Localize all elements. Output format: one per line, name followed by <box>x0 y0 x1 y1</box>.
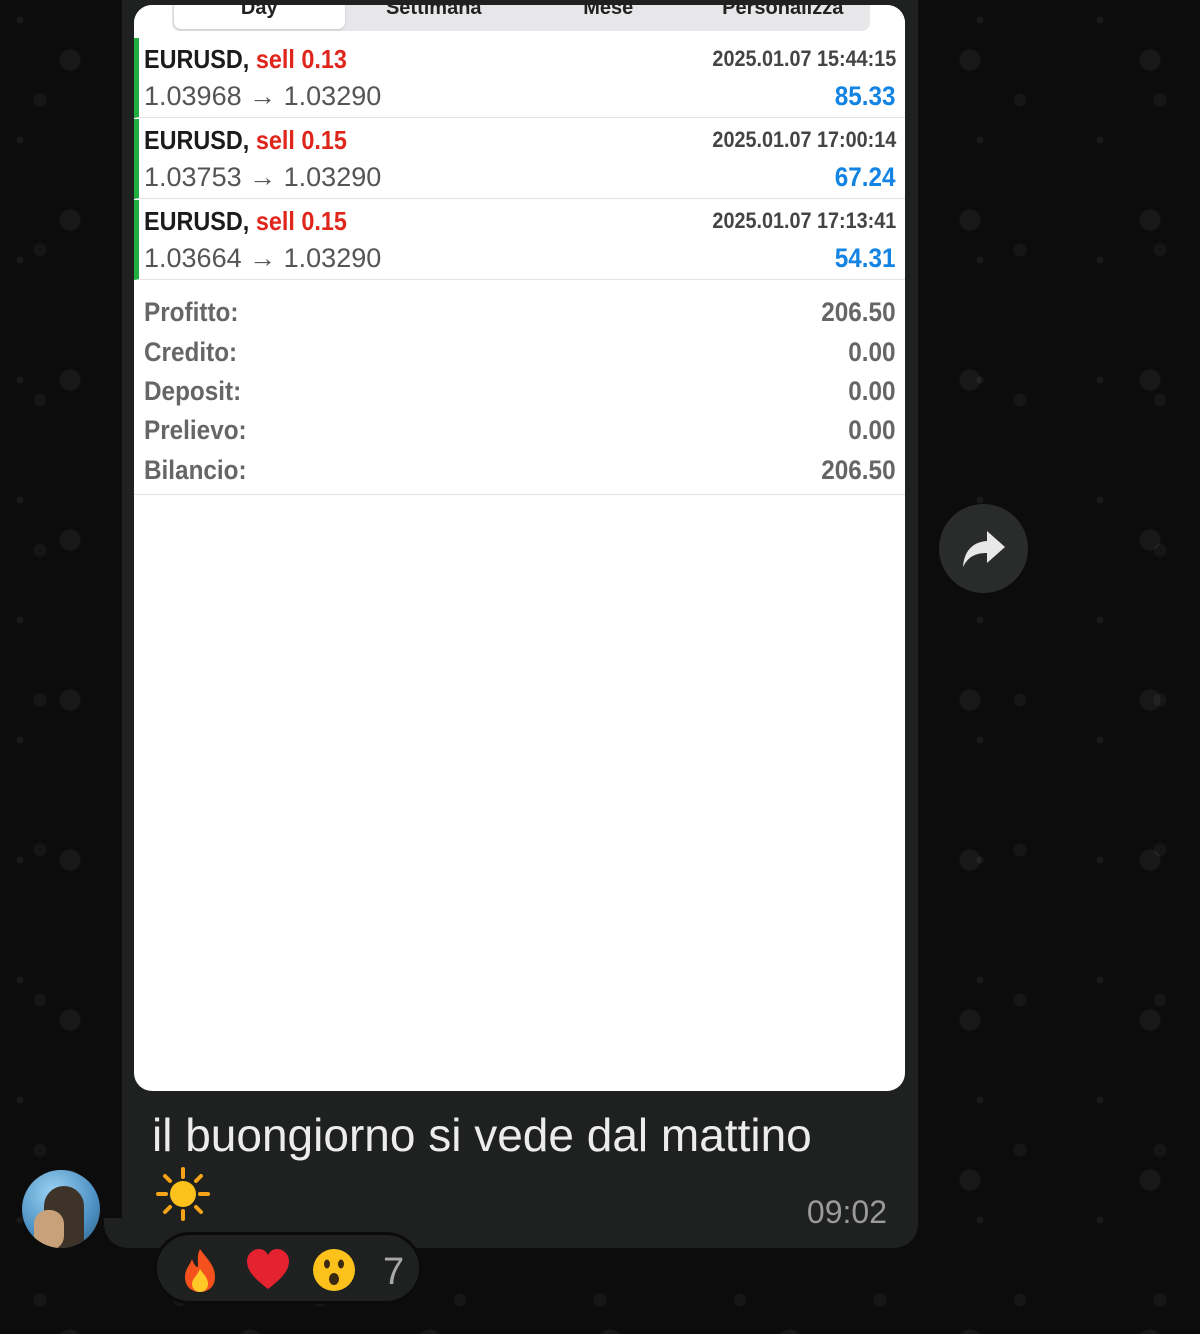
trade-prices: 1.03664 → 1.03290 <box>144 243 382 273</box>
trade-symbol: EURUSD, sell 0.13 <box>144 44 347 74</box>
arrow-right-icon: → <box>249 162 277 192</box>
trade-profit: 67.24 <box>835 162 896 192</box>
account-summary: Profitto: 206.50 Credito: 0.00 Deposit: … <box>134 285 905 495</box>
reaction-count: 7 <box>383 1251 405 1293</box>
message-time: 09:02 <box>806 1194 887 1230</box>
avatar[interactable] <box>22 1170 100 1248</box>
trade-time: 2025.01.07 17:13:41 <box>712 208 896 233</box>
tab-custom: Personalizza <box>698 5 869 29</box>
trade-side: sell 0.15 <box>255 125 347 155</box>
tab-week: Settimana <box>349 5 520 29</box>
period-tab-bar: Day Settimana Mese Personalizza <box>134 5 905 38</box>
trade-row: EURUSD, sell 0.15 2025.01.07 17:00:14 1.… <box>134 119 905 199</box>
avatar-figure-2 <box>34 1210 64 1248</box>
trade-row: EURUSD, sell 0.15 2025.01.07 17:13:41 1.… <box>134 200 905 280</box>
forward-button[interactable] <box>939 504 1028 593</box>
summary-label: Credito: <box>144 337 238 367</box>
summary-label: Deposit: <box>144 376 242 406</box>
summary-label: Bilancio: <box>144 455 247 485</box>
attached-screenshot[interactable]: Day Settimana Mese Personalizza EURUSD, … <box>134 5 905 1091</box>
summary-row-balance: Bilancio: 206.50 <box>144 455 896 493</box>
summary-row-profit: Profitto: 206.50 <box>144 297 896 335</box>
trade-symbol: EURUSD, sell 0.15 <box>144 206 347 236</box>
trade-time: 2025.01.07 15:44:15 <box>712 46 896 71</box>
arrow-right-icon: → <box>249 81 277 111</box>
trade-prices: 1.03753 → 1.03290 <box>144 162 382 192</box>
tab-day: Day <box>174 5 345 29</box>
summary-value: 0.00 <box>848 415 896 445</box>
red-heart-emoji <box>247 1249 289 1289</box>
summary-row-withdrawal: Prelievo: 0.00 <box>144 415 896 453</box>
summary-label: Profitto: <box>144 297 239 327</box>
summary-row-deposit: Deposit: 0.00 <box>144 376 896 414</box>
trade-profit: 54.31 <box>835 243 896 273</box>
tab-month: Mese <box>523 5 694 29</box>
summary-value: 0.00 <box>848 337 896 367</box>
forward-arrow-icon <box>962 530 1005 567</box>
surprised-face-emoji <box>313 1249 355 1291</box>
trade-time: 2025.01.07 17:00:14 <box>712 127 896 152</box>
trade-symbol: EURUSD, sell 0.15 <box>144 125 347 155</box>
arrow-right-icon: → <box>249 243 277 273</box>
sun-emoji <box>156 1167 210 1221</box>
summary-value: 206.50 <box>821 455 896 485</box>
reactions-bar[interactable]: 7 <box>154 1232 422 1304</box>
trade-side: sell 0.13 <box>255 44 347 74</box>
fire-emoji <box>185 1249 215 1292</box>
summary-value: 206.50 <box>821 297 896 327</box>
trade-profit: 85.33 <box>835 81 896 111</box>
trade-row: EURUSD, sell 0.13 2025.01.07 15:44:15 1.… <box>134 38 905 118</box>
message-text: il buongiorno si vede dal mattino <box>152 1109 812 1161</box>
summary-row-credit: Credito: 0.00 <box>144 337 896 375</box>
summary-label: Prelievo: <box>144 415 247 445</box>
trade-prices: 1.03968 → 1.03290 <box>144 81 382 111</box>
summary-value: 0.00 <box>848 376 896 406</box>
segmented-control: Day Settimana Mese Personalizza <box>172 5 870 31</box>
trade-side: sell 0.15 <box>255 206 347 236</box>
